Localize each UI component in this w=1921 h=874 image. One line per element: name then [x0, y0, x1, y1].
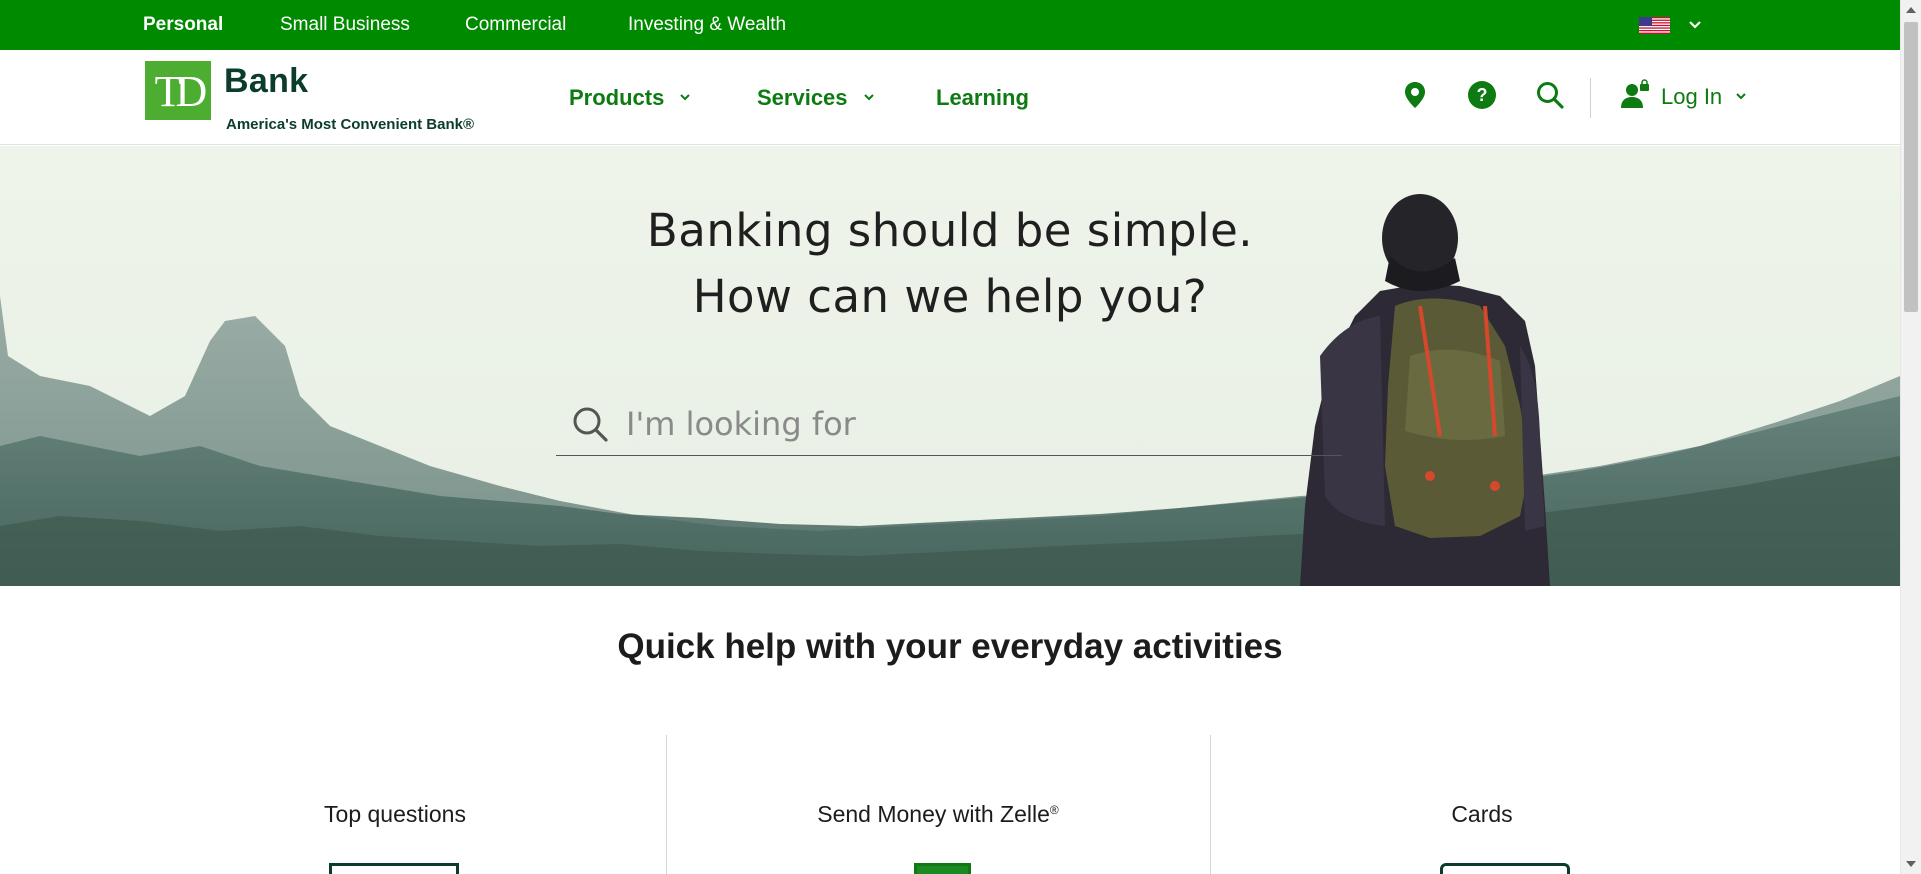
login-button[interactable]: Log In: [1619, 76, 1748, 118]
nav-services[interactable]: Services: [757, 50, 876, 145]
chevron-down-icon: [680, 94, 691, 101]
nav-products-label: Products: [569, 85, 665, 110]
hero-heading-line2: How can we help you?: [692, 270, 1208, 323]
brand-name: Bank: [224, 62, 309, 100]
vertical-scrollbar[interactable]: [1900, 0, 1921, 874]
td-logo[interactable]: TD: [145, 61, 213, 120]
search-icon[interactable]: [570, 404, 610, 444]
hero-search-input[interactable]: [626, 394, 1326, 454]
svg-text:?: ?: [1477, 85, 1488, 105]
topnav-small-business[interactable]: Small Business: [280, 0, 410, 50]
card-cards-title[interactable]: Cards: [1282, 801, 1682, 828]
hero-banner: Banking should be simple. How can we hel…: [0, 146, 1900, 586]
topnav-commercial[interactable]: Commercial: [465, 0, 566, 50]
main-header: TD Bank America's Most Convenient Bank® …: [0, 50, 1900, 145]
chevron-down-icon: [1736, 93, 1746, 100]
questions-icon: [329, 863, 459, 874]
card-zelle-label: Send Money with Zelle: [817, 801, 1050, 827]
card-icon: [1440, 863, 1570, 874]
location-pin-icon[interactable]: [1400, 80, 1430, 110]
help-icon[interactable]: ?: [1467, 80, 1497, 110]
chevron-down-icon: [863, 94, 874, 101]
user-lock-icon: [1621, 79, 1649, 109]
chevron-down-icon[interactable]: [1688, 19, 1702, 31]
nav-products[interactable]: Products: [569, 50, 692, 145]
column-divider: [1210, 735, 1211, 874]
brand-tagline: America's Most Convenient Bank®: [226, 116, 475, 133]
quick-help-title: Quick help with your everyday activities: [617, 627, 1283, 666]
us-flag-icon[interactable]: [1639, 17, 1670, 34]
nav-learning[interactable]: Learning: [936, 50, 1029, 145]
column-divider: [666, 735, 667, 874]
scrollbar-thumb[interactable]: [1904, 22, 1918, 312]
phone-icon: [914, 863, 971, 874]
top-utility-bar: Personal Small Business Commercial Inves…: [0, 0, 1900, 50]
card-zelle-title[interactable]: Send Money with Zelle®: [738, 801, 1138, 828]
registered-mark: ®: [1049, 803, 1059, 817]
nav-services-label: Services: [757, 85, 848, 110]
topnav-personal[interactable]: Personal: [143, 0, 223, 50]
scroll-down-arrow[interactable]: [1906, 861, 1916, 867]
topnav-investing-wealth[interactable]: Investing & Wealth: [628, 0, 786, 50]
scroll-up-arrow[interactable]: [1906, 7, 1916, 13]
hero-heading-line1: Banking should be simple.: [646, 204, 1254, 257]
search-icon[interactable]: [1535, 80, 1565, 110]
login-label: Log In: [1661, 84, 1723, 109]
hero-search: [556, 392, 1342, 456]
card-top-questions-title[interactable]: Top questions: [195, 801, 595, 828]
header-divider: [1590, 78, 1591, 118]
logo-text: TD: [155, 67, 207, 116]
nav-learning-label: Learning: [936, 85, 1029, 110]
